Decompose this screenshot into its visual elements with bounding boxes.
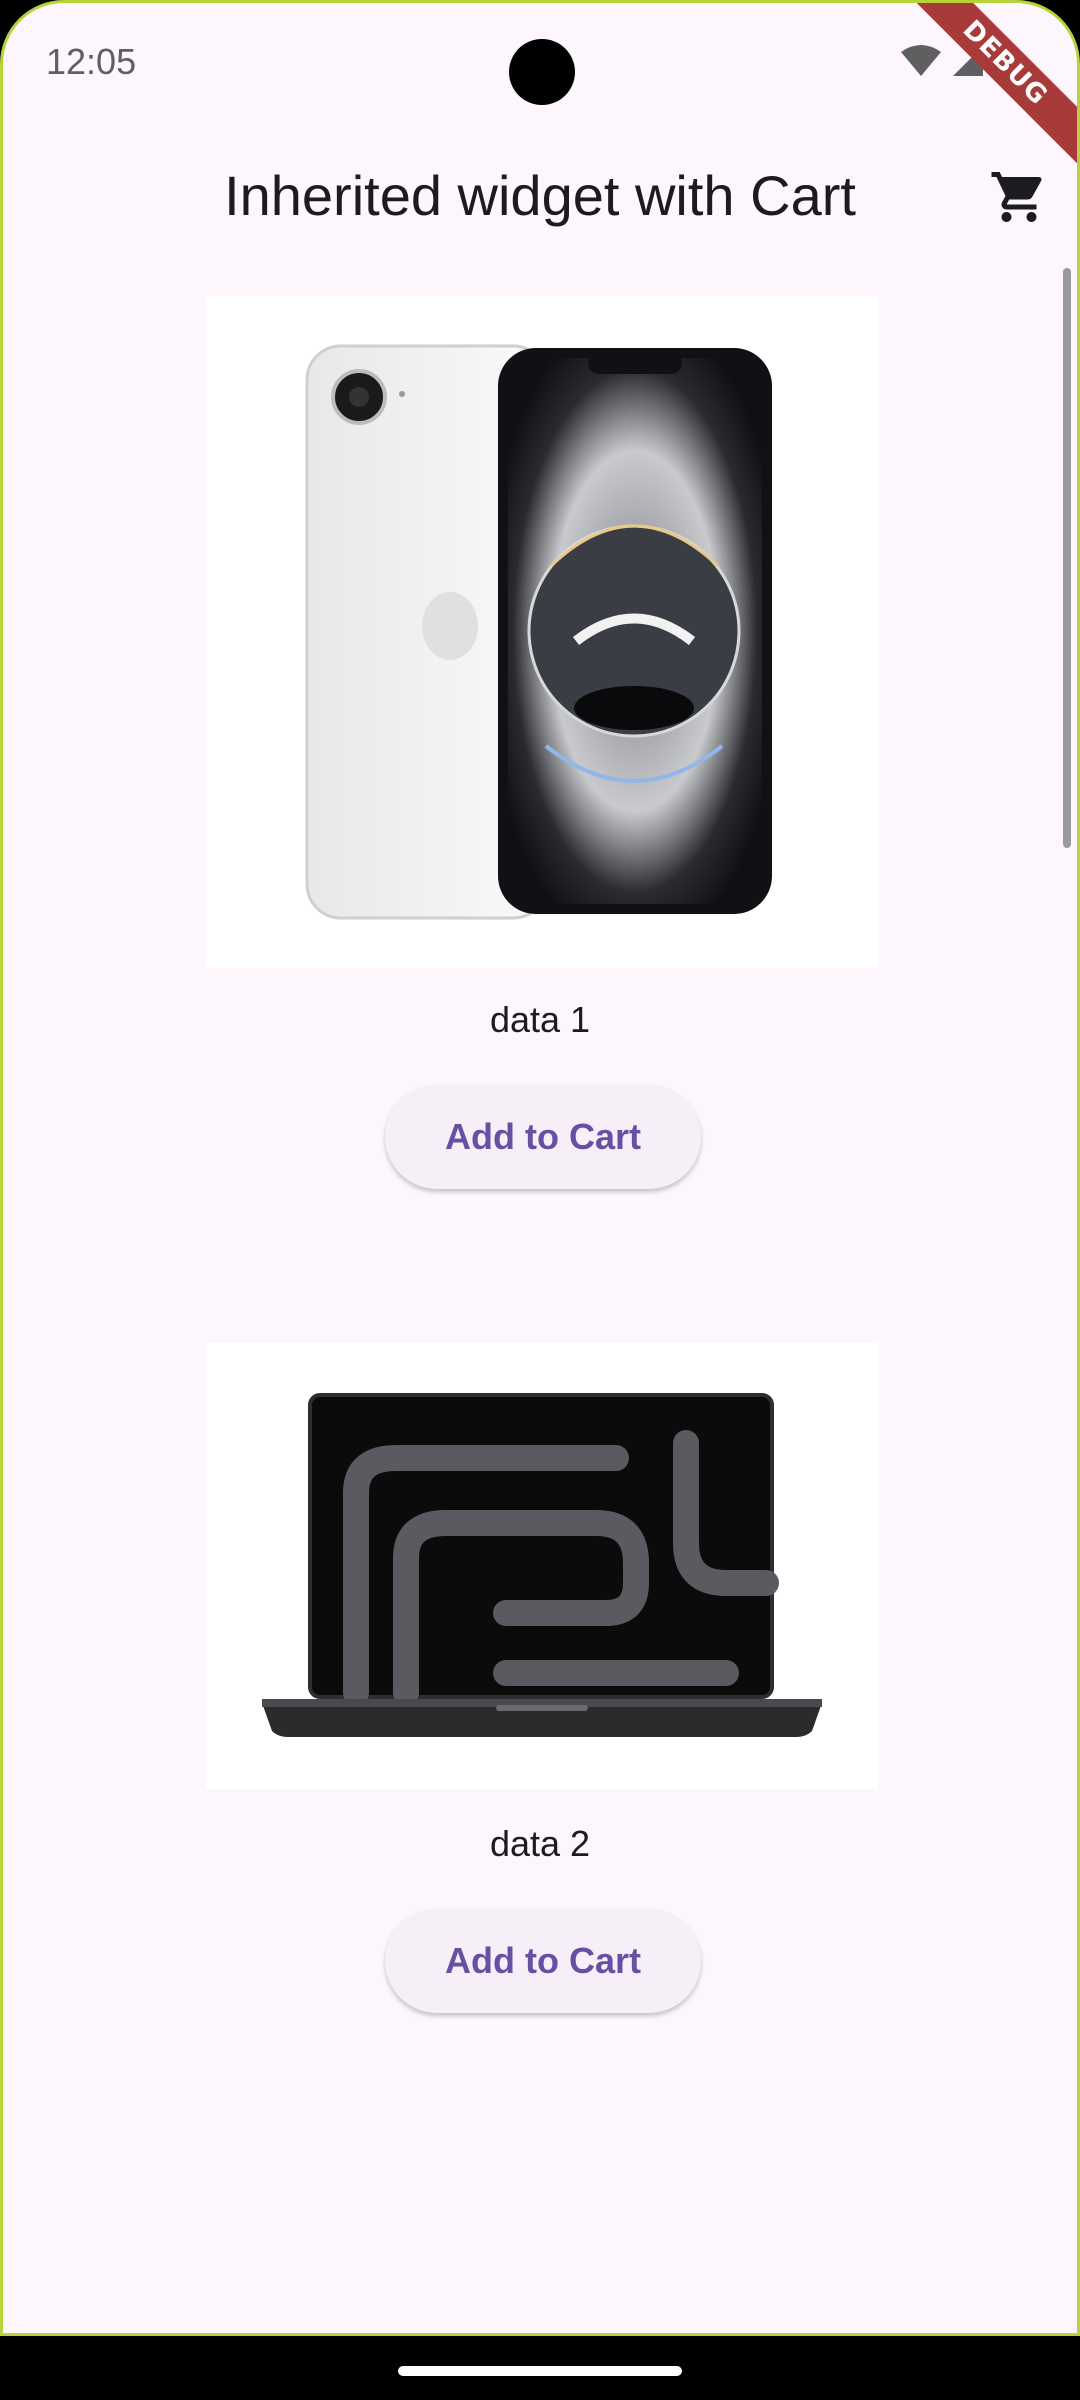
page-title: Inherited widget with Cart <box>224 164 856 227</box>
product-list: data 1 Add to Cart data 2 Add to Cart <box>3 293 1077 2243</box>
home-indicator[interactable] <box>398 2366 682 2376</box>
list-item: data 2 Add to Cart <box>3 1343 1077 2243</box>
shopping-cart-icon[interactable] <box>989 167 1049 227</box>
app-screen: 12:05 DEBUG Inherited widget with Cart d… <box>0 0 1080 2336</box>
macbook-image <box>206 1343 878 1789</box>
app-bar: Inherited widget with Cart <box>3 123 1077 273</box>
item-label: data 2 <box>489 1823 591 1864</box>
iphone-image <box>206 296 878 968</box>
add-to-cart-button[interactable]: Add to Cart <box>385 1909 701 2013</box>
item-label: data 1 <box>489 999 591 1040</box>
list-item: data 1 Add to Cart <box>3 293 1077 1343</box>
status-bar: 12:05 <box>3 3 1077 123</box>
navigation-bar <box>0 2336 1080 2400</box>
status-time: 12:05 <box>46 41 137 82</box>
camera-cutout <box>509 39 575 105</box>
wifi-icon <box>901 44 941 78</box>
add-to-cart-button[interactable]: Add to Cart <box>385 1085 701 1189</box>
